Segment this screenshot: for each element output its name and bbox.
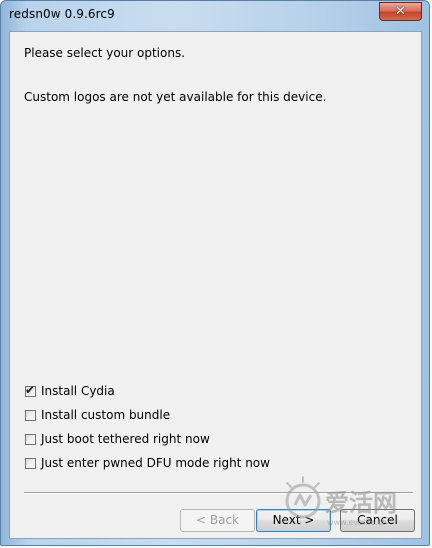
- title-bar[interactable]: redsn0w 0.9.6rc9 ✕: [1, 1, 429, 31]
- checkbox-install-cydia[interactable]: ✔: [25, 382, 36, 397]
- option-label: Install custom bundle: [41, 408, 171, 422]
- option-label: Just boot tethered right now: [41, 432, 210, 446]
- option-pwned-dfu[interactable]: Just enter pwned DFU mode right now: [25, 455, 270, 471]
- installer-window: redsn0w 0.9.6rc9 ✕ Please select your op…: [0, 0, 430, 546]
- cancel-button[interactable]: Cancel: [340, 509, 415, 532]
- checkmark-icon: ✔: [25, 382, 36, 397]
- option-label: Just enter pwned DFU mode right now: [41, 456, 270, 470]
- prompt-text: Please select your options.: [24, 46, 186, 60]
- wizard-panel: Please select your options. Custom logos…: [9, 31, 422, 539]
- notice-text: Custom logos are not yet available for t…: [24, 90, 327, 104]
- window-title: redsn0w 0.9.6rc9: [9, 7, 115, 21]
- button-divider: [24, 492, 413, 494]
- checkbox-boot-tethered[interactable]: [25, 433, 36, 445]
- back-button[interactable]: < Back: [180, 509, 255, 532]
- close-icon: ✕: [395, 4, 406, 19]
- option-install-cydia[interactable]: ✔ Install Cydia: [25, 383, 115, 399]
- option-boot-tethered[interactable]: Just boot tethered right now: [25, 431, 210, 447]
- close-button[interactable]: ✕: [379, 2, 422, 21]
- checkbox-pwned-dfu[interactable]: [25, 457, 36, 469]
- option-install-custom-bundle[interactable]: Install custom bundle: [25, 407, 170, 423]
- checkbox-install-custom-bundle[interactable]: [25, 409, 36, 421]
- option-label: Install Cydia: [41, 384, 115, 398]
- next-button[interactable]: Next >: [256, 509, 331, 532]
